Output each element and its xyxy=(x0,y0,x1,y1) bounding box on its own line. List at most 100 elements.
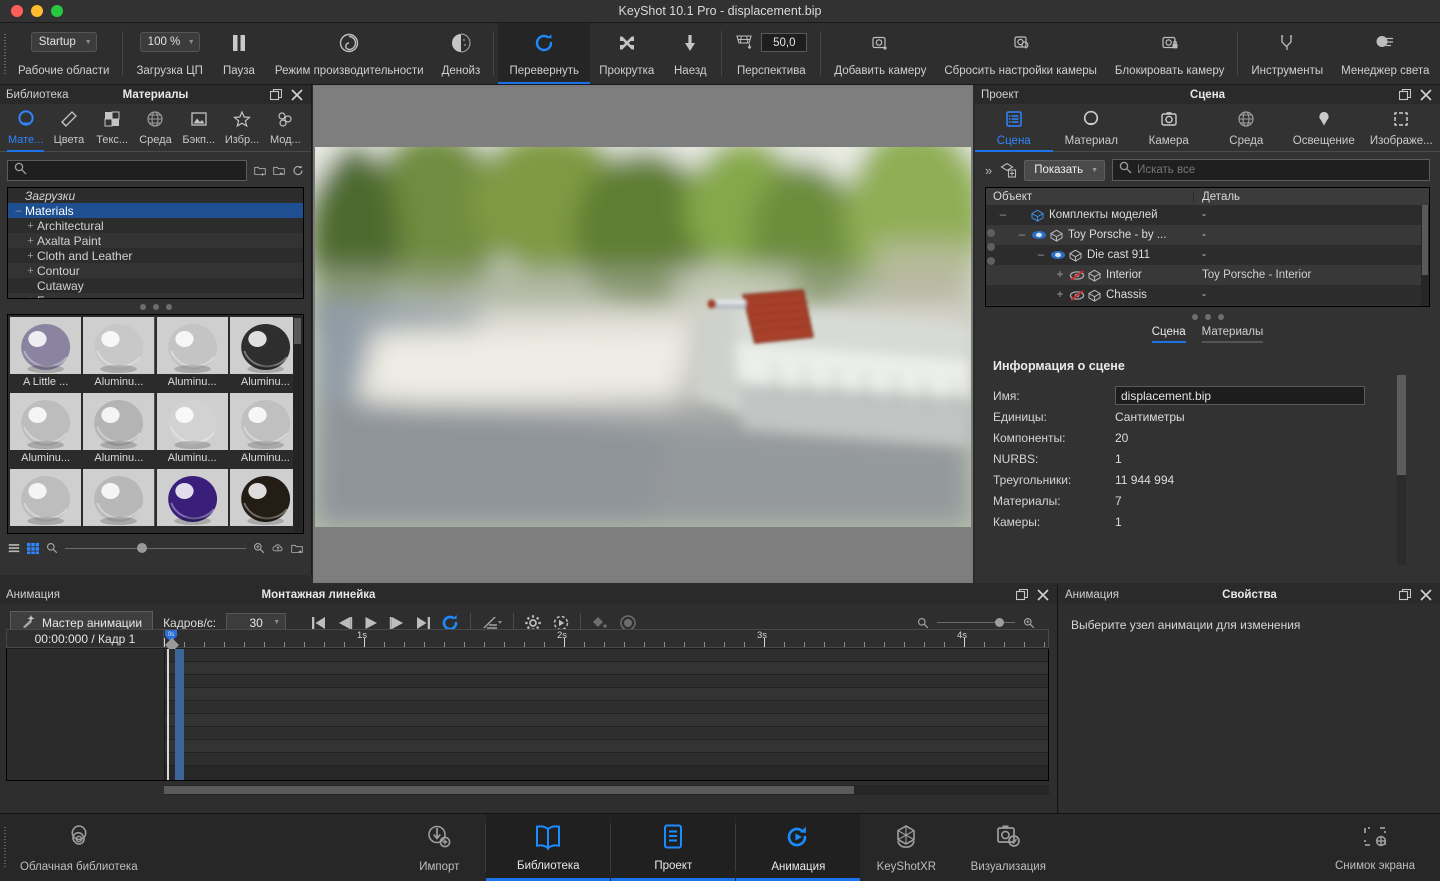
tree-twisty-icon[interactable]: – xyxy=(996,209,1010,221)
scene-tree-row[interactable]: –Комплекты моделей- xyxy=(986,205,1429,225)
material-thumbnail[interactable] xyxy=(230,317,301,374)
render-canvas[interactable] xyxy=(315,87,971,581)
timeline-horizontal-scrollbar[interactable] xyxy=(164,785,1049,795)
project-panel-scrollbar[interactable] xyxy=(1397,375,1406,565)
add-model-set-icon[interactable] xyxy=(999,161,1017,179)
lock-camera-button[interactable]: Блокировать камеру xyxy=(1106,23,1233,84)
library-tree-row[interactable]: Загрузки xyxy=(8,188,303,203)
library-tab-models[interactable]: Мод... xyxy=(264,104,307,151)
timeline-zoom-slider[interactable] xyxy=(937,622,1015,623)
library-resize-handle[interactable] xyxy=(0,299,311,314)
visibility-on-icon[interactable] xyxy=(1029,230,1048,240)
light-manager-button[interactable]: Менеджер света xyxy=(1332,23,1438,84)
dock-item-screenshot[interactable]: Снимок экрана xyxy=(1310,814,1440,881)
timeline-zoom-control[interactable] xyxy=(917,617,1035,629)
scene-tree-row[interactable]: –Die cast 911- xyxy=(986,245,1429,265)
scene-sub-tabs[interactable]: Сцена Материалы xyxy=(975,324,1440,343)
tree-twisty-icon[interactable]: + xyxy=(1053,289,1067,301)
scene-tree-handles[interactable] xyxy=(987,229,995,265)
material-thumbnail[interactable] xyxy=(10,317,81,374)
reset-camera-button[interactable]: Сбросить настройки камеры xyxy=(935,23,1106,84)
material-thumbnail-cell[interactable]: Aluminu... xyxy=(83,317,154,391)
material-thumbnail[interactable] xyxy=(10,469,81,526)
cpu-usage-selector[interactable]: 100 % ▼ Загрузка ЦП xyxy=(127,23,211,84)
material-thumbnail[interactable] xyxy=(10,393,81,450)
close-icon[interactable] xyxy=(291,89,303,101)
tree-twisty-icon[interactable]: – xyxy=(1015,229,1029,241)
material-thumbnail-cell[interactable]: Aluminu... xyxy=(10,393,81,467)
dock-item-library[interactable]: Библиотека xyxy=(486,814,610,881)
material-thumbnail-cell[interactable] xyxy=(157,469,228,531)
scene-tree-row[interactable]: –WindowsToy Porsche - Glass xyxy=(986,305,1429,307)
project-tabs[interactable]: Сцена Материал Камера Среда xyxy=(975,104,1440,152)
zoom-out-icon[interactable] xyxy=(917,617,929,629)
material-thumbnail-cell[interactable]: Aluminu... xyxy=(230,317,301,391)
cpu-combo[interactable]: 100 % ▼ xyxy=(140,32,200,52)
material-thumbnail[interactable] xyxy=(230,469,301,526)
sub-tab-materials[interactable]: Материалы xyxy=(1202,326,1264,343)
add-camera-button[interactable]: Добавить камеру xyxy=(825,23,935,84)
library-tab-backplates[interactable]: Бэкп... xyxy=(177,104,220,151)
project-tab-lighting[interactable]: Освещение xyxy=(1285,104,1363,151)
thumbnail-size-slider[interactable] xyxy=(65,542,246,554)
timeline-body[interactable]: 00:00:000 / Кадр 1 1s2s3s4s0s xyxy=(6,629,1049,795)
toolbar-grip[interactable] xyxy=(0,23,9,84)
material-thumbnail[interactable] xyxy=(83,393,154,450)
undock-icon[interactable] xyxy=(1399,89,1411,101)
expand-chevrons-icon[interactable]: » xyxy=(985,163,992,178)
tools-button[interactable]: Инструменты xyxy=(1242,23,1332,84)
flip-button[interactable]: Перевернуть xyxy=(498,23,590,84)
material-thumbnail-cell[interactable]: Aluminu... xyxy=(230,393,301,467)
project-tab-scene[interactable]: Сцена xyxy=(975,104,1053,151)
dock-item-import[interactable]: Импорт xyxy=(393,814,485,881)
project-tab-material[interactable]: Материал xyxy=(1053,104,1131,151)
tree-twisty-icon[interactable]: + xyxy=(24,220,37,232)
performance-mode-button[interactable]: Режим производительности xyxy=(266,23,433,84)
render-viewport[interactable] xyxy=(313,85,973,583)
workspace-combo[interactable]: Startup ▼ xyxy=(31,32,97,52)
library-folder-tree[interactable]: Загрузки–Materials+Architectural+Axalta … xyxy=(7,187,304,299)
material-thumbnail-cell[interactable]: Aluminu... xyxy=(83,393,154,467)
slider-knob[interactable] xyxy=(137,543,147,553)
material-thumbnail-cell[interactable]: Aluminu... xyxy=(157,317,228,391)
timeline-ticks[interactable]: 1s2s3s4s0s xyxy=(164,629,1049,648)
undock-icon[interactable] xyxy=(1016,589,1028,601)
visibility-on-icon[interactable] xyxy=(1048,250,1067,260)
undock-icon[interactable] xyxy=(270,89,282,101)
import-folder-icon[interactable] xyxy=(254,165,266,177)
material-thumbnail-cell[interactable]: Aluminu... xyxy=(157,393,228,467)
library-tab-textures[interactable]: Текс... xyxy=(91,104,134,151)
scene-tree-rows[interactable]: –Комплекты моделей-–Toy Porsche - by ...… xyxy=(986,205,1429,307)
library-tree-row[interactable]: +Contour xyxy=(8,263,303,278)
timeline-tracks[interactable] xyxy=(6,649,1049,781)
project-resize-handle[interactable] xyxy=(975,307,1440,324)
workspace-selector[interactable]: Startup ▼ Рабочие области xyxy=(9,23,118,84)
show-button[interactable]: Показать ▼ xyxy=(1024,160,1105,181)
perspective-control[interactable]: 50,0 Перспектива xyxy=(726,23,816,84)
scene-search-input[interactable] xyxy=(1137,164,1429,176)
dolly-button[interactable]: Наезд xyxy=(663,23,717,84)
tree-twisty-icon[interactable]: + xyxy=(24,250,37,262)
close-icon[interactable] xyxy=(1420,89,1432,101)
slider-knob[interactable] xyxy=(995,618,1004,627)
material-thumbnail[interactable] xyxy=(157,317,228,374)
library-tree-row[interactable]: Cutaway xyxy=(8,278,303,293)
timeline-playhead[interactable] xyxy=(167,649,169,780)
material-thumbnail-cell[interactable] xyxy=(83,469,154,531)
library-tree-row[interactable]: +Cloth and Leather xyxy=(8,248,303,263)
tree-twisty-icon[interactable]: – xyxy=(1034,249,1048,261)
project-tab-camera[interactable]: Камера xyxy=(1130,104,1208,151)
refresh-icon[interactable] xyxy=(292,165,304,177)
zoom-out-icon[interactable] xyxy=(46,542,58,554)
material-thumbnail-cell[interactable]: A Little ... xyxy=(10,317,81,391)
dock-item-cloud-library[interactable]: Облачная библиотека xyxy=(10,814,148,881)
scene-name-input[interactable] xyxy=(1115,386,1365,405)
library-tree-row[interactable]: +Axalta Paint xyxy=(8,233,303,248)
tree-twisty-icon[interactable]: + xyxy=(1053,269,1067,281)
export-folder-icon[interactable] xyxy=(273,165,285,177)
scene-tree[interactable]: Объект Деталь –Комплекты моделей-–Toy Po… xyxy=(985,187,1430,307)
perspective-value-input[interactable]: 50,0 xyxy=(761,33,807,52)
grid-view-icon[interactable] xyxy=(27,542,39,554)
zoom-in-icon[interactable] xyxy=(1023,617,1035,629)
scene-tree-row[interactable]: +InteriorToy Porsche - Interior xyxy=(986,265,1429,285)
